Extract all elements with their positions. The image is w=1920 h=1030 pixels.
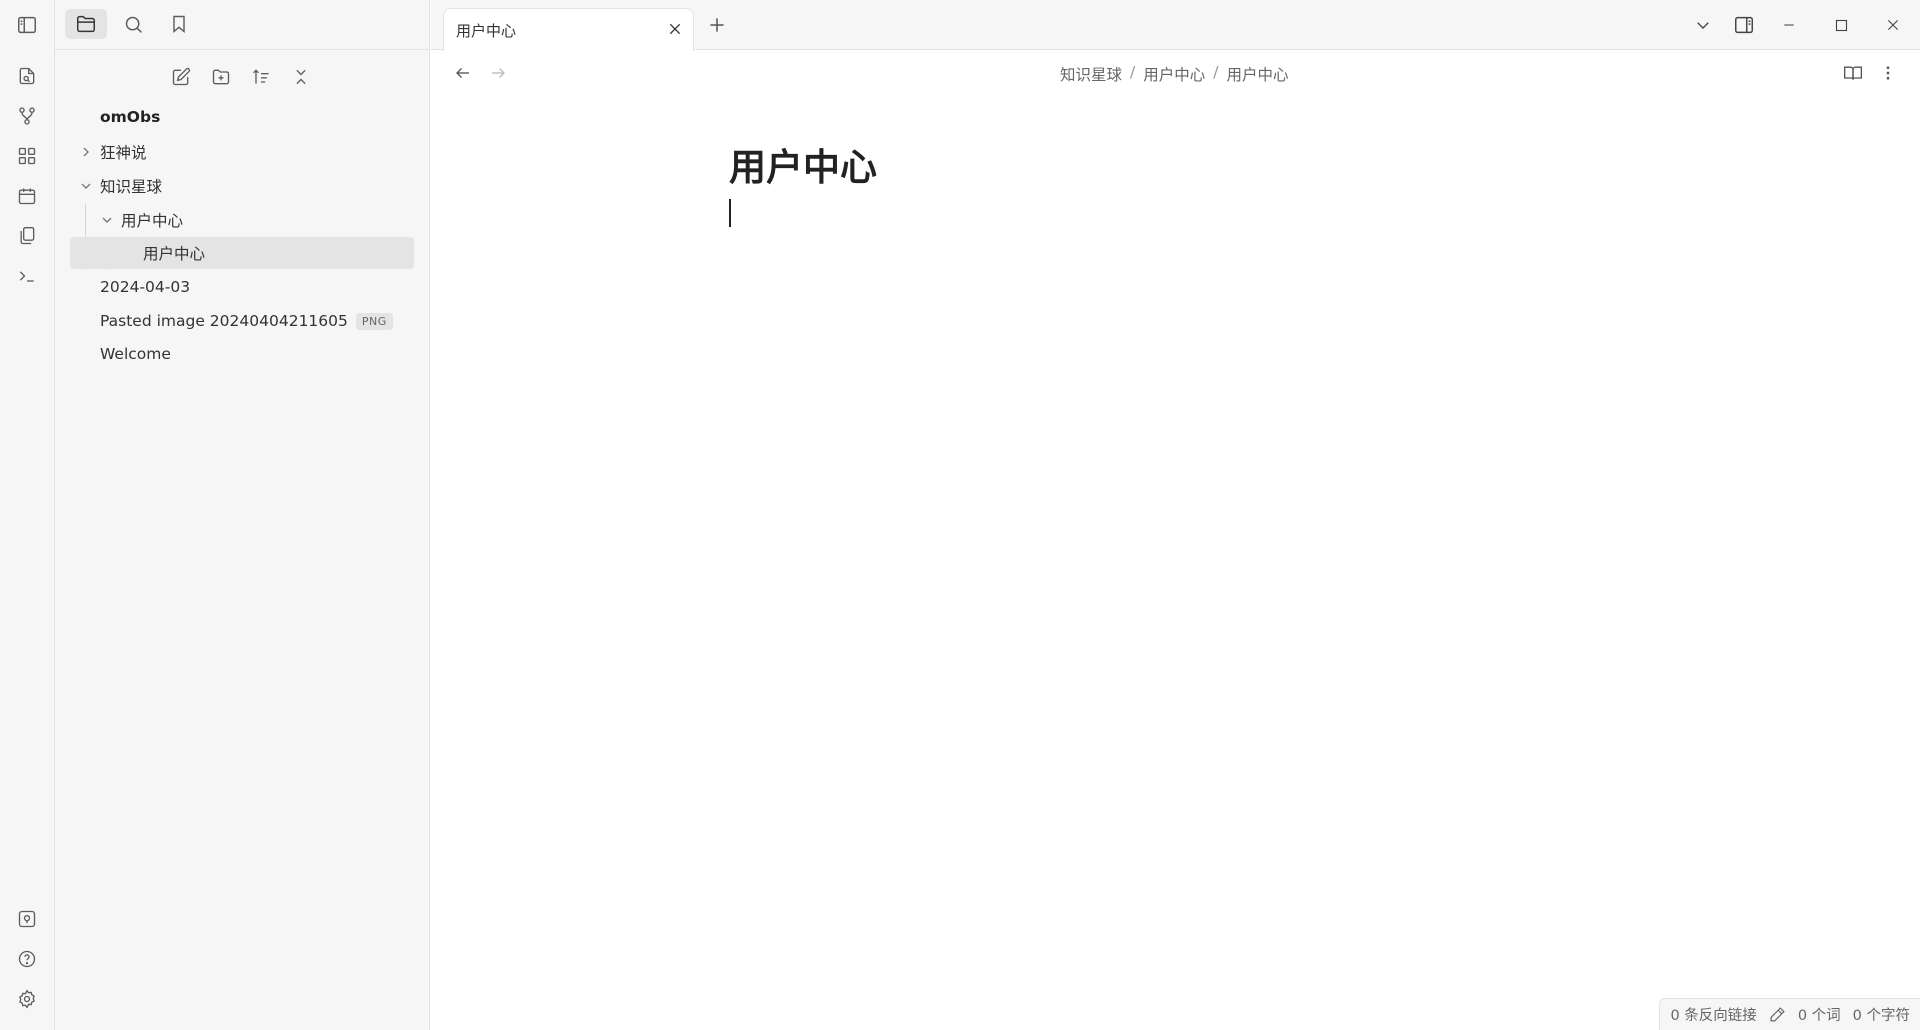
- more-options-icon[interactable]: [1875, 60, 1901, 86]
- tree-item-label: Welcome: [100, 345, 171, 363]
- maximize-icon[interactable]: [1826, 11, 1856, 39]
- tree-folder-zhishixingqiu[interactable]: 知识星球: [69, 170, 407, 202]
- forward-arrow-icon[interactable]: [485, 60, 511, 86]
- breadcrumb-separator: /: [1213, 63, 1219, 81]
- help-icon[interactable]: [13, 945, 41, 973]
- settings-icon[interactable]: [13, 985, 41, 1013]
- files-tab-icon[interactable]: [65, 9, 107, 39]
- char-count: 0 个字符: [1852, 1008, 1910, 1024]
- breadcrumb-separator: /: [1130, 63, 1136, 81]
- new-folder-icon[interactable]: [207, 63, 235, 91]
- tab-list-chevron-down-icon[interactable]: [1688, 11, 1718, 39]
- text-cursor: [729, 199, 731, 227]
- file-explorer-actions: [55, 60, 430, 94]
- tab-yonghuzhongxin[interactable]: 用户中心: [443, 8, 694, 51]
- tree-file-yonghuzhongxin[interactable]: 用户中心: [70, 237, 414, 269]
- tree-item-label: 2024-04-03: [100, 278, 191, 296]
- new-tab-plus-icon[interactable]: [704, 12, 730, 38]
- file-type-badge: PNG: [355, 312, 393, 330]
- sidebar-tabs: [55, 0, 430, 50]
- window-close-icon[interactable]: [1878, 11, 1908, 39]
- new-note-icon[interactable]: [167, 63, 195, 91]
- editing-mode-pencil-icon[interactable]: [1769, 1006, 1786, 1023]
- vault-name[interactable]: omObs: [100, 108, 160, 126]
- breadcrumb-item[interactable]: 用户中心: [1227, 63, 1289, 85]
- command-palette-icon[interactable]: [13, 262, 41, 290]
- backlinks-count[interactable]: 0 条反向链接: [1670, 1004, 1756, 1025]
- bookmarks-icon[interactable]: [158, 9, 200, 39]
- tree-folder-yonghuzhongxin[interactable]: 用户中心: [90, 204, 407, 236]
- daily-note-icon[interactable]: [13, 182, 41, 210]
- sort-icon[interactable]: [247, 63, 275, 91]
- tree-file-2024-04-03[interactable]: 2024-04-03: [69, 271, 407, 303]
- word-count: 0 个词: [1797, 1008, 1841, 1024]
- graph-view-icon[interactable]: [13, 102, 41, 130]
- right-sidebar-toggle-icon[interactable]: [1729, 11, 1759, 39]
- breadcrumb-item[interactable]: 用户中心: [1143, 63, 1205, 85]
- status-bar: 0 条反向链接 0 个词 0 个字符: [1659, 998, 1920, 1030]
- tree-folder-kuangshenshuo[interactable]: 狂神说: [69, 136, 407, 168]
- tree-item-label: 用户中心: [121, 212, 184, 230]
- note-title[interactable]: 用户中心: [729, 137, 877, 191]
- file-explorer-sidebar: omObs 狂神说 知识星球 用户中心 用户中心 2024-04-03 Past…: [55, 0, 430, 1030]
- tab-bar: 用户中心: [431, 0, 1920, 51]
- ribbon: [0, 0, 55, 1030]
- breadcrumb-item[interactable]: 知识星球: [1060, 63, 1122, 85]
- templates-icon[interactable]: [13, 222, 41, 250]
- sidebar-toggle-icon[interactable]: [13, 11, 41, 39]
- tree-item-label: 用户中心: [143, 245, 206, 263]
- back-arrow-icon[interactable]: [450, 60, 476, 86]
- breadcrumb: 知识星球 / 用户中心 / 用户中心: [1060, 63, 1289, 85]
- tree-file-welcome[interactable]: Welcome: [69, 338, 407, 370]
- search-icon[interactable]: [112, 9, 154, 39]
- collapse-all-icon[interactable]: [287, 63, 315, 91]
- tree-item-label: Pasted image 20240404211605: [100, 312, 348, 330]
- quick-switcher-icon[interactable]: [13, 62, 41, 90]
- reading-view-book-icon[interactable]: [1840, 60, 1866, 86]
- minimize-icon[interactable]: [1774, 11, 1804, 39]
- tab-title: 用户中心: [456, 22, 517, 40]
- tree-item-label: 狂神说: [100, 144, 147, 162]
- tree-item-label: 知识星球: [100, 178, 163, 196]
- tree-file-pasted-image[interactable]: Pasted image 20240404211605 PNG: [69, 305, 407, 337]
- canvas-icon[interactable]: [13, 142, 41, 170]
- vault-switcher-icon[interactable]: [13, 905, 41, 933]
- close-icon[interactable]: [665, 19, 685, 39]
